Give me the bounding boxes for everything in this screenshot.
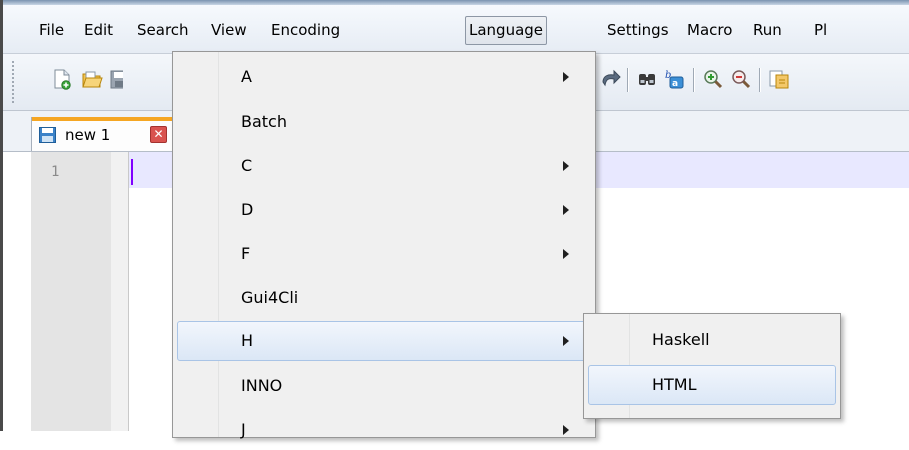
menu-search[interactable]: Search bbox=[137, 17, 189, 44]
menu-item-label: F bbox=[241, 244, 251, 263]
menu-language[interactable]: Language bbox=[465, 16, 548, 45]
menu-item-d[interactable]: D bbox=[177, 190, 593, 230]
submenu-arrow-icon bbox=[563, 336, 569, 346]
open-file-icon[interactable] bbox=[81, 68, 103, 90]
replace-icon[interactable]: b a bbox=[663, 68, 685, 90]
submenu-arrow-icon bbox=[563, 72, 569, 82]
menu-item-batch[interactable]: Batch bbox=[177, 102, 593, 142]
menu-item-label: Haskell bbox=[652, 330, 710, 349]
close-icon[interactable]: ✕ bbox=[150, 126, 167, 143]
save-icon[interactable] bbox=[109, 68, 123, 90]
menu-item-haskell[interactable]: Haskell bbox=[588, 320, 836, 360]
menu-item-label: HTML bbox=[652, 375, 697, 394]
menu-item-label: INNO bbox=[241, 376, 283, 395]
submenu-arrow-icon bbox=[563, 205, 569, 215]
menu-item-inno[interactable]: INNO bbox=[177, 366, 593, 406]
submenu-arrow-icon bbox=[563, 161, 569, 171]
text-caret bbox=[131, 159, 133, 185]
toolbar-separator bbox=[693, 68, 694, 92]
menu-item-label: A bbox=[241, 67, 252, 86]
menu-item-label: C bbox=[241, 156, 253, 175]
menu-item-label: Batch bbox=[241, 112, 287, 131]
tab-new-1[interactable]: new 1 ✕ bbox=[31, 117, 173, 151]
menu-item-f[interactable]: F bbox=[177, 234, 593, 274]
toolbar-grip[interactable] bbox=[11, 60, 15, 104]
menu-edit[interactable]: Edit bbox=[84, 17, 113, 44]
menu-item-c[interactable]: C bbox=[177, 146, 593, 186]
fold-margin[interactable] bbox=[111, 152, 128, 431]
menu-item-gui4cli[interactable]: Gui4Cli bbox=[177, 278, 593, 318]
menu-item-j[interactable]: J bbox=[177, 410, 593, 450]
toolbar-separator bbox=[759, 68, 760, 92]
menu-item-label: J bbox=[241, 420, 246, 439]
new-file-icon[interactable] bbox=[51, 68, 73, 90]
find-icon[interactable] bbox=[636, 68, 658, 90]
menu-plugins[interactable]: Pl bbox=[814, 17, 827, 44]
submenu-arrow-icon bbox=[563, 249, 569, 259]
menu-item-label: D bbox=[241, 200, 254, 219]
menu-view[interactable]: View bbox=[211, 17, 247, 44]
menu-run[interactable]: Run bbox=[753, 17, 782, 44]
language-h-submenu: Haskell HTML bbox=[583, 313, 841, 419]
menu-item-a[interactable]: A bbox=[177, 57, 593, 97]
sync-icon[interactable] bbox=[768, 68, 790, 90]
menu-item-label: Gui4Cli bbox=[241, 288, 299, 307]
tab-label: new 1 bbox=[65, 126, 111, 144]
menu-item-label: H bbox=[241, 331, 254, 350]
toolbar-separator bbox=[627, 68, 628, 92]
language-menu: A Batch C D F Gui4Cli H INNO J bbox=[172, 51, 596, 439]
zoom-in-icon[interactable] bbox=[702, 68, 724, 90]
menu-item-html[interactable]: HTML bbox=[588, 365, 836, 405]
zoom-out-icon[interactable] bbox=[730, 68, 752, 90]
menu-item-h[interactable]: H bbox=[177, 321, 593, 361]
line-number: 1 bbox=[51, 164, 60, 180]
tab-active-indicator bbox=[32, 117, 172, 121]
svg-text:a: a bbox=[672, 79, 678, 89]
floppy-icon bbox=[39, 127, 56, 143]
menu-settings[interactable]: Settings bbox=[607, 17, 669, 44]
menu-bar: File Edit Search View Encoding Language … bbox=[3, 5, 909, 54]
menu-file[interactable]: File bbox=[39, 17, 64, 44]
menu-encoding[interactable]: Encoding bbox=[271, 17, 340, 44]
submenu-arrow-icon bbox=[563, 425, 569, 435]
redo-icon[interactable] bbox=[600, 68, 622, 90]
menu-macro[interactable]: Macro bbox=[687, 17, 732, 44]
